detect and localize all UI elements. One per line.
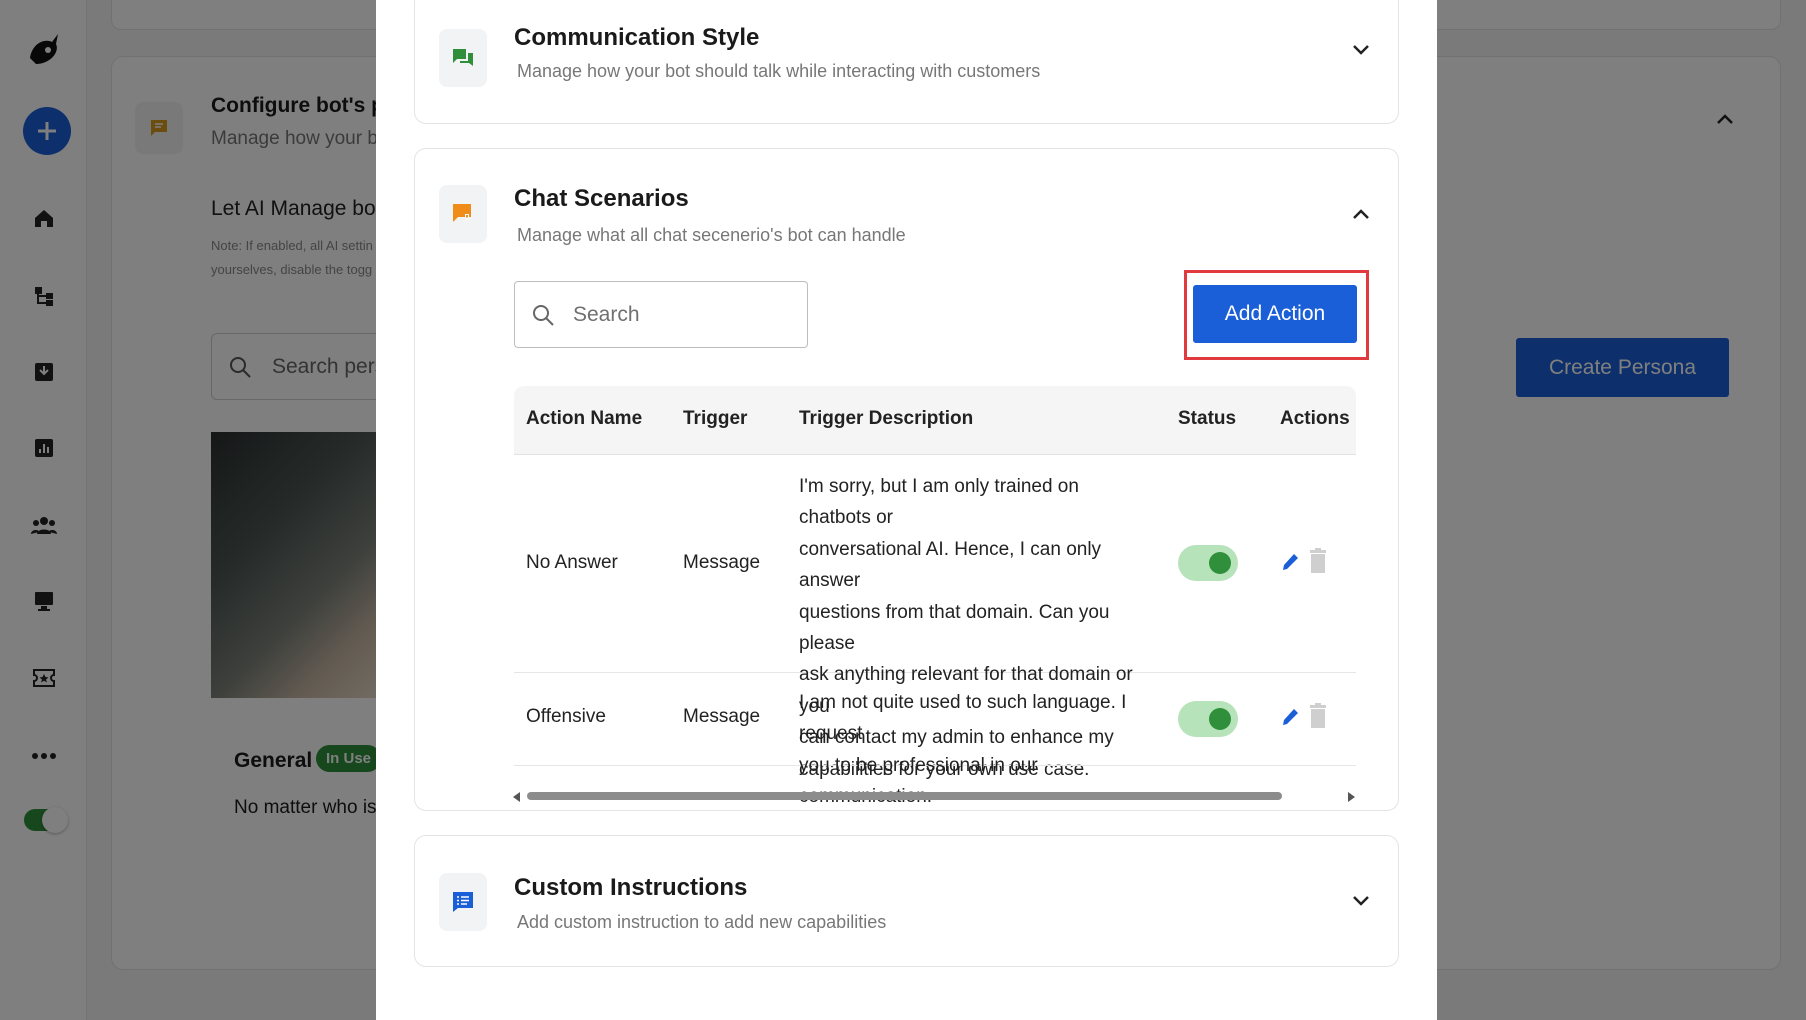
table-header: Action Name Trigger Trigger Description … [514, 386, 1356, 455]
table-row: No Answer Message I'm sorry, but I am on… [514, 455, 1356, 780]
chat-scenario-icon [439, 185, 487, 243]
delete-icon[interactable] [1309, 548, 1327, 579]
modal: Communication Style Manage how your bot … [376, 0, 1437, 1020]
description-line: I'm sorry, but I am only trained on chat… [799, 476, 1079, 529]
section-title: Communication Style [514, 24, 760, 51]
communication-style-section[interactable]: Communication Style Manage how your bot … [414, 0, 1399, 124]
horizontal-scrollbar[interactable] [513, 792, 1355, 802]
chevron-down-icon[interactable] [1352, 43, 1370, 61]
action-name: No Answer [526, 552, 618, 573]
chat-bubbles-icon [439, 29, 487, 87]
edit-icon[interactable] [1280, 706, 1300, 733]
list-icon [439, 873, 487, 931]
status-toggle[interactable] [1178, 545, 1238, 581]
search-icon [533, 305, 554, 326]
section-title: Custom Instructions [514, 874, 748, 901]
chevron-down-icon[interactable] [1352, 894, 1370, 912]
section-title: Chat Scenarios [514, 185, 689, 212]
action-name: Offensive [526, 706, 606, 727]
actions-table: Action Name Trigger Trigger Description … [514, 386, 1356, 807]
action-trigger: Message [683, 706, 761, 727]
scroll-left-arrow-icon[interactable] [513, 792, 520, 802]
section-subtitle: Manage what all chat secenerio's bot can… [517, 225, 906, 245]
search-input[interactable] [573, 298, 793, 332]
scrollbar-thumb[interactable] [527, 792, 1282, 800]
add-action-button[interactable]: Add Action [1193, 285, 1357, 343]
column-header[interactable]: Trigger [683, 408, 747, 430]
section-subtitle: Manage how your bot should talk while in… [517, 61, 1041, 81]
chevron-up-icon[interactable] [1352, 207, 1370, 225]
custom-instructions-section[interactable]: Custom Instructions Add custom instructi… [414, 835, 1399, 967]
status-toggle[interactable] [1178, 701, 1238, 737]
description-line: conversational AI. Hence, I can only ans… [799, 538, 1102, 592]
description-line: you to be professional in our communicat… [799, 754, 1038, 807]
column-header[interactable]: Status [1178, 408, 1236, 430]
column-header[interactable]: Actions [1280, 408, 1350, 430]
chat-scenarios-section: Chat Scenarios Manage what all chat sece… [414, 148, 1399, 811]
column-header[interactable]: Action Name [526, 408, 642, 430]
description-line: I am not quite used to such language. I … [799, 692, 1127, 745]
scroll-right-arrow-icon[interactable] [1348, 792, 1355, 802]
edit-icon[interactable] [1280, 551, 1300, 578]
description-line: questions from that domain. Can you plea… [799, 601, 1110, 655]
column-header[interactable]: Trigger Description [799, 408, 973, 430]
action-trigger: Message [683, 552, 761, 573]
delete-icon[interactable] [1309, 703, 1327, 734]
section-subtitle: Add custom instruction to add new capabi… [517, 912, 887, 932]
table-row: Offensive Message I am not quite used to… [514, 673, 1356, 807]
search-field[interactable] [514, 281, 808, 348]
